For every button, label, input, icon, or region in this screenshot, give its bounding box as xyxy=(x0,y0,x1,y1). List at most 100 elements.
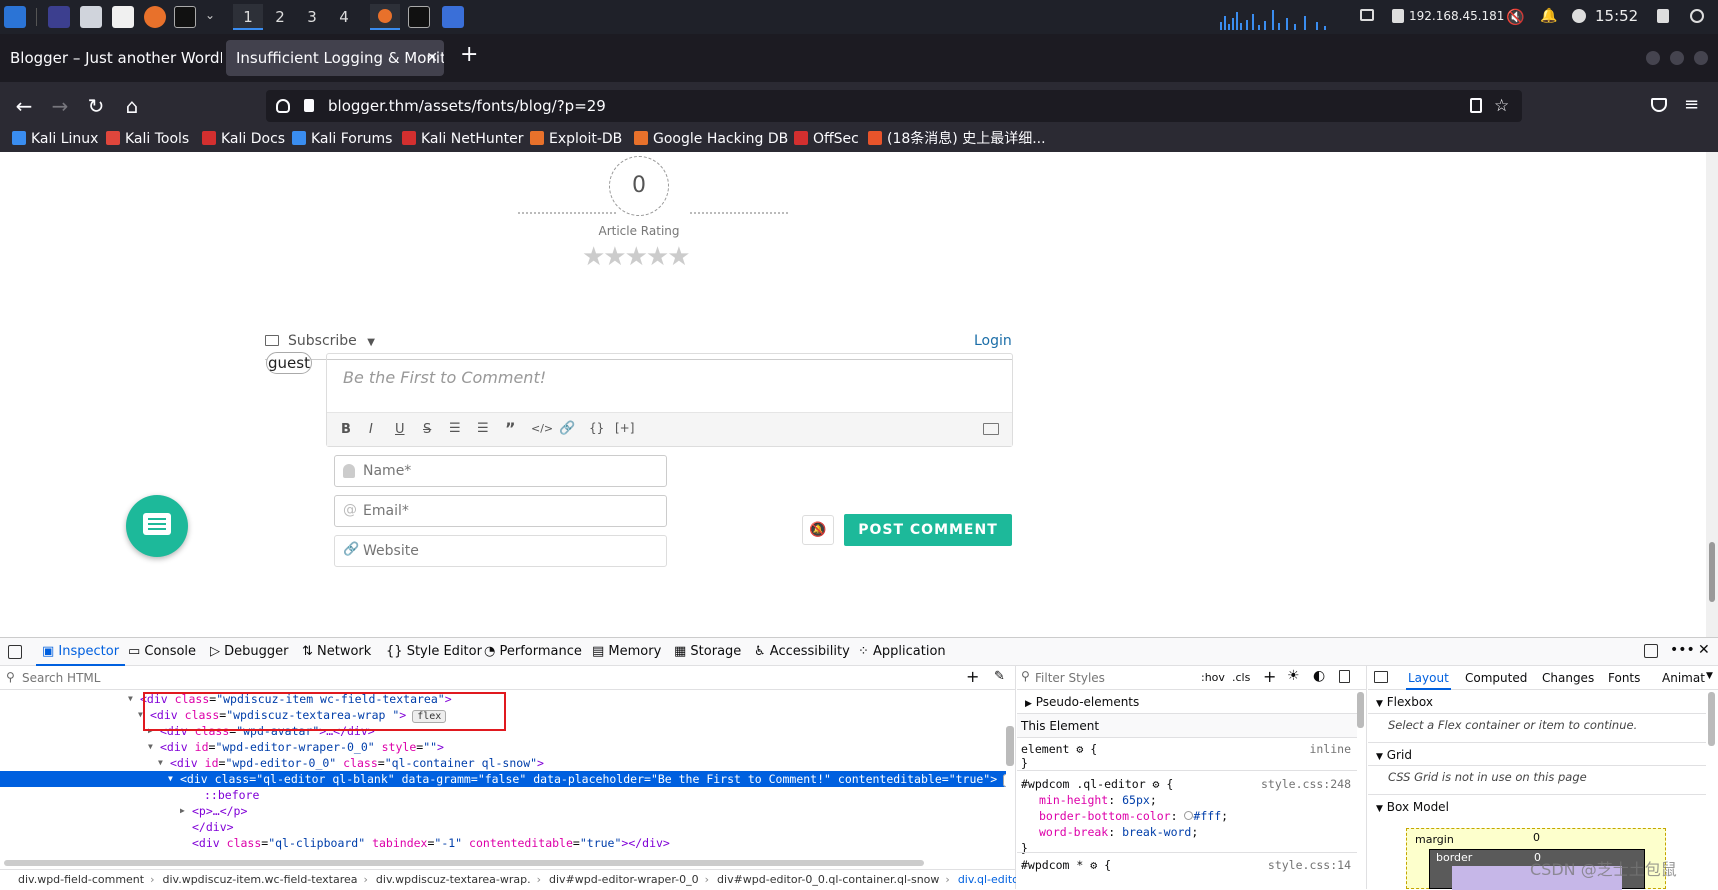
attribute[interactable]: contenteditable="true" xyxy=(831,772,990,786)
email-field[interactable]: @ xyxy=(334,495,667,527)
universal-rule[interactable]: #wpdcom * ⚙ { style.css:14 xyxy=(1021,858,1351,872)
window-firefox-task[interactable] xyxy=(370,4,400,30)
expand-arrow-icon[interactable]: ▶ xyxy=(180,803,185,819)
declaration[interactable]: min-height: 65px; xyxy=(1021,792,1351,808)
tab-application[interactable]: ⁘ Application xyxy=(858,638,946,666)
strike-icon[interactable]: S xyxy=(423,422,431,437)
horizontal-scrollbar[interactable] xyxy=(4,860,924,866)
declaration[interactable]: word-break: break-word; xyxy=(1021,824,1351,840)
more-options-icon[interactable]: ••• xyxy=(1670,642,1695,658)
bookmark-kali-docs[interactable]: Kali Docs xyxy=(202,126,285,152)
eyedropper-icon[interactable]: ✎ xyxy=(994,669,1005,684)
html-node-row[interactable]: ::before xyxy=(0,787,1006,803)
breadcrumb-item[interactable]: div.ql-editor.ql-blank xyxy=(958,873,1016,886)
cls-toggle[interactable]: .cls xyxy=(1232,671,1250,684)
bookmark-star-icon[interactable]: ☆ xyxy=(1494,90,1509,122)
back-arrow-icon[interactable]: ← xyxy=(10,92,38,120)
tab-style-editor[interactable]: {} Style Editor xyxy=(386,638,482,666)
tab-computed[interactable]: Computed xyxy=(1465,666,1527,690)
screen-icon[interactable] xyxy=(1360,9,1374,21)
attribute[interactable]: class="ql-container ql-snow" xyxy=(336,756,537,770)
code-block-icon[interactable]: {} xyxy=(589,421,604,435)
attribute[interactable]: class="ql-clipboard" xyxy=(220,836,366,850)
rating-stars[interactable]: ★★★★★ xyxy=(582,242,691,272)
close-tab-icon[interactable]: ✕ xyxy=(426,40,438,76)
blockquote-icon[interactable]: ” xyxy=(505,419,516,438)
url-text[interactable]: blogger.thm/assets/fonts/blog/?p=29 xyxy=(328,90,606,122)
attribute[interactable]: style="" xyxy=(375,740,437,754)
tab-insufficient-logging[interactable]: Insufficient Logging & Monitoring ✕ xyxy=(226,40,444,76)
power-status-icon[interactable] xyxy=(1572,9,1586,23)
firefox-icon[interactable] xyxy=(144,6,166,28)
collapse-arrow-icon[interactable]: ▼ xyxy=(128,691,133,707)
layout-scrollbar-thumb[interactable] xyxy=(1708,692,1715,746)
file-manager-icon[interactable] xyxy=(80,6,102,28)
tab-network[interactable]: ⇅ Network xyxy=(302,638,371,666)
tab-accessibility[interactable]: ♿ Accessibility xyxy=(754,638,850,666)
close-window-button[interactable] xyxy=(1694,51,1708,65)
power-icon[interactable] xyxy=(1690,9,1704,23)
maximize-button[interactable] xyxy=(1670,51,1684,65)
tab-changes[interactable]: Changes xyxy=(1542,666,1594,690)
flexbox-section[interactable]: ▼ Flexbox xyxy=(1368,690,1706,714)
scrollbar-thumb[interactable] xyxy=(1709,542,1715,602)
event-badge[interactable]: event xyxy=(1003,774,1006,787)
attribute[interactable]: tabindex="-1" xyxy=(365,836,462,850)
tab-debugger[interactable]: ▷ Debugger xyxy=(210,638,289,666)
breadcrumb-item[interactable]: div.wpd-field-comment xyxy=(18,873,144,886)
collapse-arrow-icon[interactable]: ▼ xyxy=(148,739,153,755)
forward-arrow-icon[interactable]: → xyxy=(46,92,74,120)
post-comment-button[interactable]: POST COMMENT xyxy=(844,514,1012,546)
html-node-row[interactable]: ▼ <div class="ql-editor ql-blank" data-gr… xyxy=(0,771,1006,787)
declaration[interactable]: border-bottom-color: #fff; xyxy=(1021,808,1351,824)
email-input[interactable] xyxy=(363,500,653,522)
rules-scrollbar-thumb[interactable] xyxy=(1357,692,1364,728)
mute-icon[interactable]: 🔇 xyxy=(1506,8,1525,26)
box-model-section[interactable]: ▼ Box Model xyxy=(1368,794,1706,818)
chevron-down-icon[interactable]: ▼ xyxy=(1706,671,1713,681)
toggle-sidebar-icon[interactable] xyxy=(1374,671,1388,683)
prop-value[interactable]: break-word xyxy=(1122,825,1191,839)
kali-menu-icon[interactable] xyxy=(4,6,26,28)
home-icon[interactable]: ⌂ xyxy=(118,92,146,120)
underline-icon[interactable]: U xyxy=(395,422,405,437)
code-icon[interactable]: </> xyxy=(531,422,553,435)
search-html-input[interactable] xyxy=(22,669,922,687)
spoiler-icon[interactable]: [+] xyxy=(615,421,634,435)
bookmark-exploit-db[interactable]: Exploit-DB xyxy=(530,126,622,152)
bookmark-kali-forums[interactable]: Kali Forums xyxy=(292,126,392,152)
light-mode-icon[interactable]: ☀ xyxy=(1287,668,1300,684)
page-scrollbar[interactable] xyxy=(1706,152,1718,637)
bookmark-kali-linux[interactable]: Kali Linux xyxy=(12,126,98,152)
bookmark-google-hacking-db[interactable]: Google Hacking DB xyxy=(634,126,788,152)
attribute[interactable]: id="wpd-editor-0_0" xyxy=(198,756,337,770)
bookmark-kali-nethunter[interactable]: Kali NetHunter xyxy=(402,126,523,152)
html-node-row[interactable]: ▶ <p>…</p> xyxy=(0,803,1006,819)
attribute[interactable]: class="ql-editor ql-blank" xyxy=(208,772,395,786)
prop-value[interactable]: 65px xyxy=(1122,793,1150,807)
bookmark-offsec[interactable]: OffSec xyxy=(794,126,859,152)
reader-view-icon[interactable] xyxy=(1470,98,1482,113)
tab-inspector[interactable]: ▣ Inspector xyxy=(36,638,126,666)
website-input[interactable] xyxy=(363,540,653,562)
image-upload-icon[interactable] xyxy=(983,423,999,435)
rule-source[interactable]: inline xyxy=(1309,742,1351,756)
attribute[interactable]: data-gramm="false" xyxy=(395,772,527,786)
filter-styles-input[interactable] xyxy=(1035,669,1185,687)
lock-icon[interactable] xyxy=(304,99,314,112)
tab-memory[interactable]: ▤ Memory xyxy=(592,638,661,666)
comments-float-button[interactable] xyxy=(126,495,188,557)
tab-console[interactable]: ▭ Console xyxy=(128,638,196,666)
attribute[interactable]: contenteditable="true" xyxy=(462,836,621,850)
pocket-icon[interactable] xyxy=(1651,98,1667,112)
terminal-window-icon[interactable] xyxy=(408,6,430,28)
html-node-row[interactable]: <div class="ql-clipboard" tabindex="-1" … xyxy=(0,835,1006,851)
name-field[interactable] xyxy=(334,455,667,487)
dark-mode-icon[interactable]: ◐ xyxy=(1313,668,1325,684)
grid-section[interactable]: ▼ Grid xyxy=(1368,742,1706,766)
tab-performance[interactable]: ◔ Performance xyxy=(484,638,582,666)
rule-source[interactable]: style.css:248 xyxy=(1261,776,1351,792)
website-field[interactable]: 🔗 xyxy=(334,535,667,567)
workspace-4[interactable]: 4 xyxy=(329,4,359,30)
chevron-down-icon[interactable]: ⌄ xyxy=(205,8,215,22)
